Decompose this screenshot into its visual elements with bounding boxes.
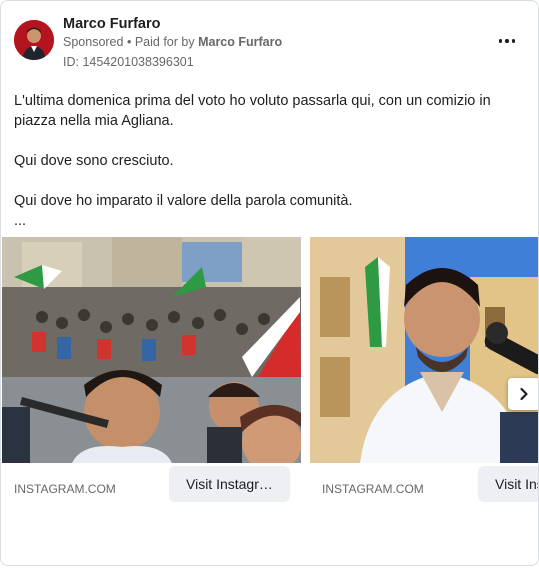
body-paragraph-2: Qui dove sono cresciuto. [14,153,174,169]
post-body: L'ultima domenica prima del voto ho volu… [14,91,529,231]
separator-dot: • [126,35,132,49]
sponsored-line: Sponsored • Paid for by Marco Furfaro [63,35,282,49]
carousel-next-button[interactable] [508,378,538,410]
author-name[interactable]: Marco Furfaro [63,16,161,32]
more-options-button[interactable] [495,29,519,53]
carousel-card-2[interactable]: Visit Ins INSTAGRAM.COM [310,237,538,512]
paid-for-name[interactable]: Marco Furfaro [198,35,282,49]
sponsored-label: Sponsored [63,35,124,49]
paid-for-prefix: Paid for by [134,35,195,49]
ad-id: ID: 1454201038396301 [63,55,194,69]
visit-instagram-button-2[interactable]: Visit Ins [478,466,538,502]
more-dots-icon [497,39,517,43]
author-avatar[interactable] [14,20,54,60]
body-paragraph-1: L'ultima domenica prima del voto ho volu… [14,93,491,129]
carousel-card-1[interactable]: Visit Instagr… INSTAGRAM.COM [2,237,301,512]
link-domain-1: INSTAGRAM.COM [14,482,116,496]
see-more-ellipsis[interactable]: ... [14,211,529,231]
body-paragraph-3: Qui dove ho imparato il valore della par… [14,193,353,209]
link-domain-2: INSTAGRAM.COM [322,482,424,496]
visit-instagram-button-1[interactable]: Visit Instagr… [169,466,290,502]
speaker-microphone-photo[interactable] [310,237,538,463]
rally-selfie-photo[interactable] [2,237,301,463]
chevron-right-icon [520,387,528,401]
ad-card: Marco Furfaro Sponsored • Paid for by Ma… [0,0,539,566]
